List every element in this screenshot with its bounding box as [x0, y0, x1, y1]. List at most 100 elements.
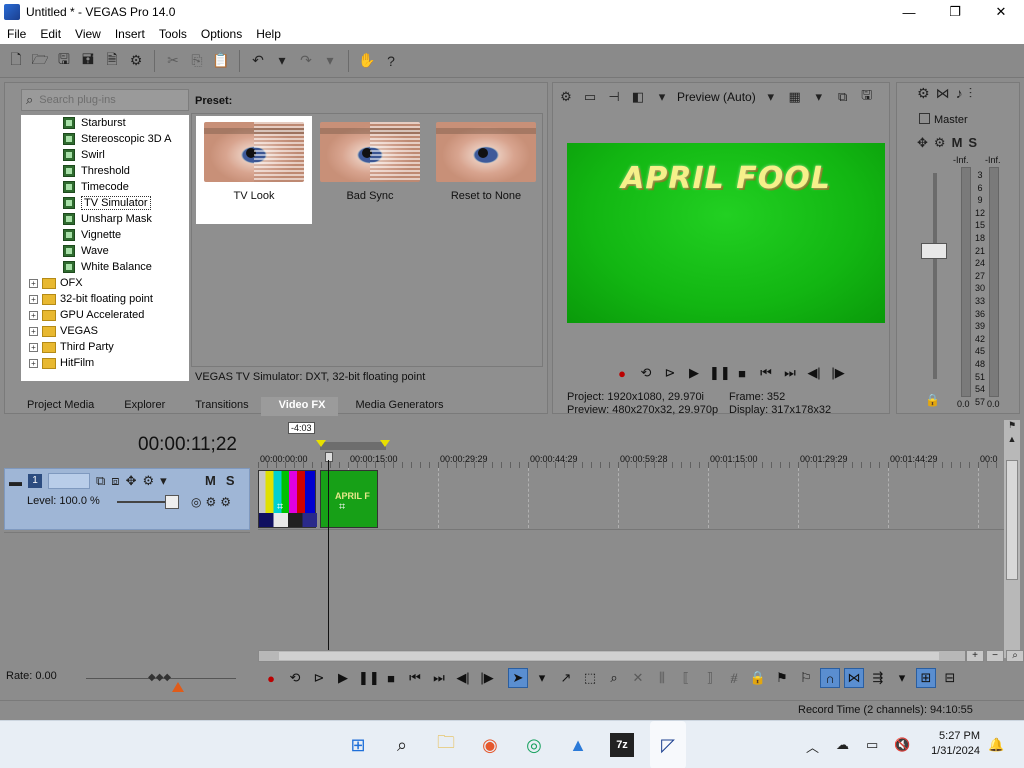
track-fx-chain-icon[interactable]: ⚙	[205, 495, 216, 509]
tree-item[interactable]: Swirl	[21, 147, 189, 163]
display-icon[interactable]: ▭	[866, 737, 878, 753]
tree-folder[interactable]: + HitFilm	[21, 355, 189, 371]
go-to-start-icon[interactable]: ⏮	[406, 670, 424, 686]
master-pan-icon[interactable]: ✥	[917, 135, 928, 151]
normal-edit-tool-icon[interactable]: ➤	[508, 668, 528, 688]
expand-plus-icon[interactable]: +	[29, 326, 38, 336]
timeline-vertical-scrollbar[interactable]: ⚑ ▲	[1004, 420, 1020, 658]
previous-frame-icon[interactable]: ◀|	[805, 365, 823, 381]
go-to-end-icon[interactable]: ⏭	[430, 670, 448, 686]
horizontal-scroll-thumb[interactable]	[279, 652, 939, 660]
envelope-tool-icon[interactable]: ↗	[556, 668, 576, 688]
fader-lock-icon[interactable]: 🔒	[925, 393, 940, 407]
minimize-button[interactable]: —	[886, 0, 932, 24]
tab-transitions[interactable]: Transitions	[177, 397, 260, 417]
rate-slider-knob-icon[interactable]: ◆◆◆	[148, 672, 171, 683]
volume-muted-icon[interactable]: 🔇	[894, 737, 910, 753]
trim-icon[interactable]: ⫼	[652, 668, 672, 688]
properties-gear-icon[interactable]: ⚙	[126, 51, 146, 71]
menu-view[interactable]: View	[68, 27, 108, 41]
delete-icon[interactable]: ✕	[628, 668, 648, 688]
auto-ripple-icon[interactable]: ⇶	[868, 668, 888, 688]
network-icon[interactable]: ☁	[836, 737, 849, 753]
preview-quality-chevron-icon[interactable]: ▾	[762, 89, 780, 105]
insert-bus-icon[interactable]: ⋈	[936, 85, 950, 102]
video-fx-icon[interactable]: ◧	[629, 89, 647, 105]
tree-folder[interactable]: + OFX	[21, 275, 189, 291]
track-parent-icon[interactable]: ⚙	[220, 495, 231, 509]
save-snapshot-icon[interactable]: 🖫	[858, 86, 876, 108]
tree-folder[interactable]: + Third Party	[21, 339, 189, 355]
zoom-out-icon[interactable]: −	[986, 650, 1004, 662]
tray-chevron-icon[interactable]: ︿	[806, 737, 819, 756]
master-mute-button[interactable]: M	[952, 135, 963, 151]
compositing-mode-icon[interactable]: ⧈	[111, 473, 119, 489]
copy-snapshot-icon[interactable]: ⧉	[834, 89, 852, 105]
expand-plus-icon[interactable]: +	[29, 294, 38, 304]
zoom-tool-icon[interactable]: ⌕	[1006, 650, 1024, 662]
track-settings-gear-icon[interactable]: ⚙	[142, 473, 154, 489]
trim-start-icon[interactable]: ⟦	[676, 668, 696, 688]
firefox-icon[interactable]: ◉	[478, 733, 502, 757]
expand-plus-icon[interactable]: +	[29, 342, 38, 352]
cut-icon[interactable]: ✂	[163, 51, 183, 71]
whats-this-help-icon[interactable]: ?	[381, 51, 401, 71]
expand-plus-icon[interactable]: +	[29, 310, 38, 320]
tree-folder[interactable]: + GPU Accelerated	[21, 307, 189, 323]
paste-icon[interactable]: 📋	[211, 51, 231, 71]
previous-frame-icon[interactable]: ◀|	[454, 670, 472, 686]
tree-item[interactable]: Vignette	[21, 227, 189, 243]
scroll-up-icon[interactable]: ▲	[1004, 434, 1020, 448]
tree-item[interactable]: Timecode	[21, 179, 189, 195]
preset-reset-to-none[interactable]: Reset to None	[428, 116, 544, 224]
track-level-knob[interactable]	[165, 495, 179, 509]
menu-options[interactable]: Options	[194, 27, 249, 41]
preview-properties-gear-icon[interactable]: ⚙	[557, 89, 575, 105]
stop-icon[interactable]: ■	[733, 366, 751, 381]
plugin-manager-icon[interactable]: ✋	[357, 51, 377, 71]
menu-tools[interactable]: Tools	[152, 27, 194, 41]
track-mute-button[interactable]: M	[205, 473, 216, 488]
new-file-icon[interactable]: 🗋	[6, 51, 26, 71]
menu-help[interactable]: Help	[249, 27, 288, 41]
chrome-icon[interactable]: ◎	[522, 733, 546, 757]
master-fx-gear-icon[interactable]: ⚙	[934, 135, 946, 151]
snapping-magnet-icon[interactable]: ∩	[820, 668, 840, 688]
pause-icon[interactable]: ❚❚	[709, 365, 731, 381]
redo-icon[interactable]: ↷	[296, 51, 316, 71]
play-from-start-icon[interactable]: ⊳	[661, 365, 679, 381]
zoom-in-icon[interactable]: +	[966, 650, 984, 662]
auto-ripple-chevron-icon[interactable]: ▾	[892, 668, 912, 688]
tree-item[interactable]: White Balance	[21, 259, 189, 275]
tab-media-generators[interactable]: Media Generators	[338, 397, 456, 417]
loop-end-marker-icon[interactable]	[380, 440, 390, 447]
record-icon[interactable]: ●	[613, 366, 631, 381]
master-solo-button[interactable]: S	[968, 135, 977, 151]
pause-icon[interactable]: ❚❚	[358, 670, 380, 686]
track-name-field[interactable]	[48, 473, 90, 489]
master-fader-track[interactable]	[933, 173, 937, 379]
loop-start-marker-icon[interactable]	[316, 440, 326, 447]
tree-item[interactable]: Starburst	[21, 115, 189, 131]
next-frame-icon[interactable]: |▶	[478, 670, 496, 686]
trim-end-icon[interactable]: ⟧	[700, 668, 720, 688]
file-explorer-icon[interactable]: 🗀	[434, 732, 458, 757]
playhead-handle[interactable]	[325, 452, 333, 462]
mixer-gear-icon[interactable]: ⚙	[917, 85, 930, 102]
go-to-start-icon[interactable]: ⏮	[757, 365, 775, 381]
video-fx-chevron-icon[interactable]: ▾	[653, 89, 671, 105]
windows-start-icon[interactable]: ⊞	[346, 733, 370, 757]
photos-app-icon[interactable]: ▲	[566, 733, 590, 757]
tree-folder[interactable]: + VEGAS	[21, 323, 189, 339]
track-minimize-icon[interactable]: ▬	[9, 474, 22, 489]
menu-insert[interactable]: Insert	[108, 27, 152, 41]
copy-icon[interactable]: ⎘	[187, 51, 207, 71]
audio-fx-icon[interactable]: ♪	[956, 85, 963, 102]
tab-explorer[interactable]: Explorer	[106, 397, 177, 417]
tree-item[interactable]: Threshold	[21, 163, 189, 179]
render-icon[interactable]: 🗎	[102, 51, 122, 71]
expand-plus-icon[interactable]: +	[29, 278, 38, 288]
stop-icon[interactable]: ■	[382, 671, 400, 686]
track-compositing-child-icon[interactable]: ◎	[191, 495, 201, 509]
tab-project-media[interactable]: Project Media	[9, 397, 106, 417]
